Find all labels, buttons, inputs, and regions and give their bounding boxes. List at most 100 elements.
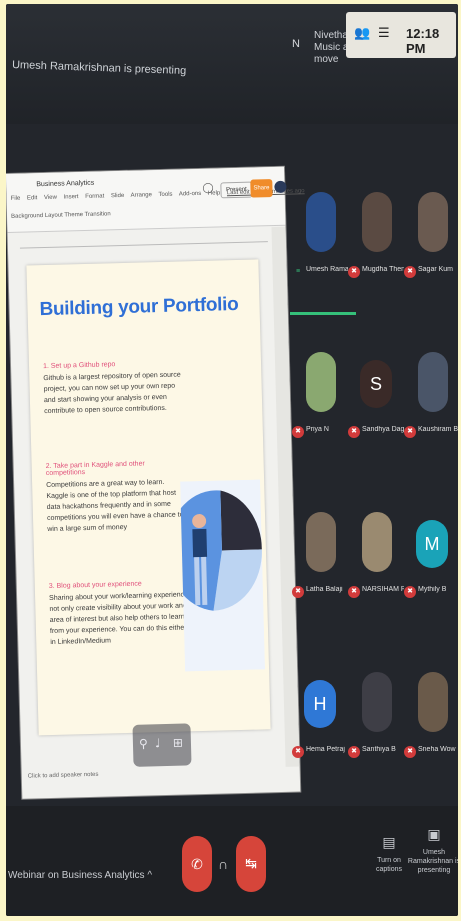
menu-addons[interactable]: Add-ons [179,191,202,198]
mic-off-icon: ✖ [292,746,304,758]
point-1: 1. Set up a Github repo Github is a larg… [43,359,184,417]
fullscreen-icon[interactable]: ⊞ [173,736,183,750]
point-body: Sharing about your work/learning experie… [49,591,189,647]
chat-icon[interactable]: ☰ [378,26,390,41]
overlay-controls: ⚲ ♩ ⊞ [132,723,192,767]
speaking-icon: ≡ [295,268,301,275]
avatar [362,672,392,732]
mic-off-icon: ✖ [404,426,416,438]
point-2: 2. Take part in Kaggle and other competi… [46,459,188,535]
menu-arrange[interactable]: Arrange [131,192,153,199]
participant-name: Latha Balaji [306,586,343,593]
avatar [418,352,448,412]
participant-name: Priya N [306,426,329,433]
avatar [306,352,336,412]
top-right-cluster: N Nivetha Music and Fit move 👥 ☰ 12:18 P… [286,10,458,80]
avatar-initial: H [304,680,336,728]
end-call-button[interactable]: ✆ [182,836,212,892]
participant-name: Mythily B [418,586,447,593]
participant-name: NARSIHAM PAVA... [362,586,404,593]
mic-off-icon: ✖ [404,266,416,278]
stop-presenting-button[interactable]: ↹ [236,836,266,892]
speaker-icon[interactable]: ♩ [155,736,161,750]
menu-slide[interactable]: Slide [111,193,124,199]
participant-name: Sneha Wow [418,746,456,753]
phone-icon: ✆ [191,857,203,873]
portfolio-illustration [180,479,266,672]
menu-insert[interactable]: Insert [63,194,78,200]
people-icon[interactable]: 👥 [354,26,370,41]
presenting-label: Umesh Ramakrishnan is presenting [407,849,458,874]
raise-hand-icon[interactable]: ∩ [218,856,228,872]
presenting-title: Umesh Ramakrishnan is presenting [11,58,187,78]
present-screen-icon: ▣ [427,827,441,843]
point-body: Competitions are a great way to learn. K… [46,478,184,534]
comment-history-icon[interactable]: ◯ [202,183,213,194]
menu-format[interactable]: Format [85,193,104,199]
avatar [306,192,336,252]
top-bar: Umesh Ramakrishnan is presenting N Nivet… [6,4,458,124]
doc-title[interactable]: Business Analytics [36,180,94,189]
participant-name: Sandhya Dagi [362,426,404,433]
presenting-button[interactable]: ▣ Umesh Ramakrishnan is presenting [404,826,458,875]
doc-tools[interactable]: Background Layout Theme Transition [11,211,111,220]
presenter-initial: N [292,38,300,50]
avatar [362,192,392,252]
menu-view[interactable]: View [44,195,57,201]
mic-off-icon: ✖ [348,426,360,438]
mic-off-icon: ✖ [348,586,360,598]
participant-name: Mugdha Thenge [362,266,404,273]
speaker-notes[interactable]: Click to add speaker notes [28,772,99,780]
point-head: 1. Set up a Github repo [42,361,116,371]
participants-grid: ≡Umesh Ramakrish...✖Mugdha Thenge✖Sagar … [290,164,458,814]
menu-edit[interactable]: Edit [27,195,37,201]
participant-tile[interactable]: ✖NARSIHAM PAVA... [346,484,404,644]
clock: 12:18 PM [406,26,440,56]
participant-tile[interactable]: H ✖ Hema Petraj [290,644,346,804]
participant-tile[interactable]: S ✖ Sandhya Dagi [346,324,404,484]
mic-off-icon: ✖ [348,746,360,758]
point-body: Github is a largest repository of open s… [43,371,181,416]
shared-document[interactable]: Business Analytics File Edit View Insert… [6,166,305,799]
participant-tile[interactable]: ✖ Kaushiram B [402,324,458,484]
participant-tile[interactable]: ✖Mugdha Thenge [346,164,404,324]
share-button[interactable]: Share [250,179,273,198]
participant-tile[interactable]: ✖ Priya N [290,324,346,484]
slide-canvas[interactable]: Building your Portfolio 1. Set up a Gith… [26,259,271,767]
participant-tile[interactable]: ✖ Latha Balaji [290,484,346,644]
meet-screen: Umesh Ramakrishnan is presenting N Nivet… [6,4,458,916]
menu-file[interactable]: File [11,196,21,202]
participant-tile[interactable]: ✖ Sagar Kum [402,164,458,324]
participant-tile[interactable]: ✖ Sneha Wow [402,644,458,804]
point-head: 2. Take part in Kaggle and other competi… [45,460,145,478]
captions-icon: ▤ [382,835,396,851]
meeting-title[interactable]: Webinar on Business Analytics ^ [8,870,152,881]
mic-off-icon: ✖ [404,586,416,598]
pin-icon[interactable]: ⚲ [139,736,148,750]
avatar [418,672,448,732]
present-icon: ↹ [245,856,257,872]
present-button[interactable]: Present [220,181,253,199]
participant-name: Umesh Ramakrish... [306,266,348,273]
avatar [418,192,448,252]
mic-off-icon: ✖ [292,426,304,438]
doc-toolbar: Business Analytics File Edit View Insert… [6,166,305,233]
avatar [306,512,336,572]
mic-off-icon: ✖ [404,746,416,758]
participant-name: Sagar Kum [418,266,454,273]
mic-off-icon: ✖ [348,266,360,278]
participant-tile[interactable]: ✖ Santhiya B [346,644,402,804]
slide-title: Building your Portfolio [39,293,239,321]
ruler [19,233,268,249]
bottom-bar: Webinar on Business Analytics ^ ✆ ∩ ↹ ▤ … [6,806,458,916]
point-3: 3. Blog about your experience Sharing ab… [49,579,191,648]
avatar-initial: S [360,360,392,408]
participant-tile[interactable]: M ✖ Mythily B [402,484,458,644]
menu-tools[interactable]: Tools [158,192,172,198]
mic-off-icon: ✖ [292,586,304,598]
participant-name: Santhiya B [362,746,396,753]
participant-name: Kaushiram B [418,426,458,433]
status-box: 👥 ☰ 12:18 PM [346,12,456,58]
participant-tile[interactable]: ≡ Umesh Ramakrish... [290,164,348,324]
point-head: 3. Blog about your experience [48,580,142,591]
